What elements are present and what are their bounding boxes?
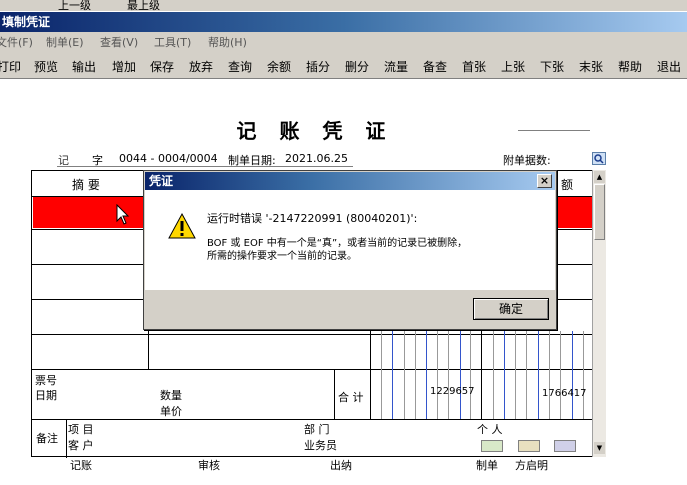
maker-name: 方启明 — [515, 459, 548, 472]
delete-entry-button[interactable]: 删分 — [341, 55, 373, 77]
total-label: 合 计 — [338, 391, 364, 404]
date-row-label: 日期 — [35, 389, 57, 402]
menu-bar: 文件(F) 制单(E) 查看(V) 工具(T) 帮助(H) — [0, 32, 687, 53]
error-message: BOF 或 EOF 中有一个是“真”，或者当前的记录已被删除， 所需的操作要求一… — [207, 237, 547, 263]
total-debit: 1229657 — [430, 386, 475, 397]
insert-entry-button[interactable]: 插分 — [302, 55, 334, 77]
remarks-label: 备注 — [36, 432, 58, 445]
menu-help[interactable]: 帮助(H) — [208, 32, 247, 53]
attachments-label: 附单据数: — [503, 154, 551, 167]
error-code-text: 运行时错误 '-2147220991 (80040201)': — [207, 212, 418, 225]
voucher-number[interactable]: 0044 - 0004/0004 — [119, 152, 218, 165]
vertical-scrollbar[interactable]: ▲ ▼ — [592, 170, 606, 457]
close-icon[interactable]: × — [537, 174, 552, 188]
warning-icon — [168, 212, 196, 239]
save-button[interactable]: 保存 — [146, 55, 178, 77]
project-lookup-icon[interactable] — [481, 440, 503, 452]
window-title-bar: 填制凭证 — [0, 12, 687, 32]
next-voucher-button[interactable]: 下张 — [536, 55, 568, 77]
info-underline — [57, 166, 353, 167]
top-nav-strip: 上一级 最上级 — [0, 0, 687, 12]
window-title: 填制凭证 — [2, 15, 51, 29]
maker-label: 制单 — [476, 459, 498, 472]
amount-column-header: 额 — [561, 178, 574, 192]
last-voucher-button[interactable]: 末张 — [575, 55, 607, 77]
prev-voucher-button[interactable]: 上张 — [497, 55, 529, 77]
ok-button[interactable]: 确定 — [473, 298, 549, 320]
error-message-line1: BOF 或 EOF 中有一个是“真”，或者当前的记录已被删除， — [207, 238, 468, 249]
menu-view[interactable]: 查看(V) — [100, 32, 138, 53]
print-button[interactable]: 打印 — [0, 55, 22, 77]
person-lookup-icon[interactable] — [554, 440, 576, 452]
menu-file[interactable]: 文件(F) — [0, 32, 33, 53]
toolbar: 打印 预览 输出 增加 保存 放弃 查询 余额 插分 删分 流量 备查 首张 上… — [0, 53, 687, 79]
cash-flow-button[interactable]: 流量 — [380, 55, 412, 77]
balance-button[interactable]: 余额 — [263, 55, 295, 77]
first-voucher-button[interactable]: 首张 — [458, 55, 490, 77]
unit-price-label: 单价 — [160, 405, 182, 418]
customer-lookup-icon[interactable] — [518, 440, 540, 452]
reviewer-label: 审核 — [198, 459, 220, 472]
scroll-down-arrow-icon[interactable]: ▼ — [594, 442, 605, 454]
dialog-title-bar: 凭证 × — [145, 172, 555, 190]
project-label: 项 目 — [68, 423, 94, 436]
cashier-label: 出纳 — [330, 459, 352, 472]
menu-voucher[interactable]: 制单(E) — [46, 32, 84, 53]
department-label: 部 门 — [304, 423, 330, 436]
voucher-title: 记 账 凭 证 — [236, 119, 394, 143]
salesperson-label: 业务员 — [304, 439, 337, 452]
bill-number-label: 票号 — [35, 374, 57, 387]
help-button[interactable]: 帮助 — [614, 55, 646, 77]
dialog-title: 凭证 — [149, 174, 174, 188]
person-label: 个 人 — [477, 423, 503, 436]
total-credit: 1766417 — [542, 388, 587, 399]
customer-label: 客 户 — [68, 439, 94, 452]
discard-button[interactable]: 放弃 — [185, 55, 217, 77]
error-dialog: 凭证 × 运行时错误 '-2147220991 (80040201)': BOF… — [143, 170, 557, 330]
export-button[interactable]: 输出 — [68, 55, 100, 77]
scroll-up-arrow-icon[interactable]: ▲ — [594, 171, 605, 183]
summary-column-header: 摘 要 — [72, 178, 100, 192]
reference-button[interactable]: 备查 — [419, 55, 451, 77]
search-icon[interactable] — [592, 152, 606, 165]
error-message-line2: 所需的操作要求一个当前的记录。 — [207, 251, 357, 262]
bookkeeper-label: 记账 — [70, 459, 92, 472]
add-button[interactable]: 增加 — [108, 55, 140, 77]
voucher-info-row: 记 字 0044 - 0004/0004 制单日期: 2021.06.25 附单… — [0, 152, 687, 170]
scroll-thumb[interactable] — [594, 184, 605, 240]
mouse-cursor-icon — [116, 204, 130, 225]
dialog-body: 运行时错误 '-2147220991 (80040201)': BOF 或 EO… — [145, 190, 555, 290]
header-rule — [518, 130, 590, 131]
query-button[interactable]: 查询 — [224, 55, 256, 77]
menu-tools[interactable]: 工具(T) — [154, 32, 191, 53]
exit-button[interactable]: 退出 — [653, 55, 685, 77]
voucher-date[interactable]: 2021.06.25 — [285, 152, 348, 165]
quantity-label: 数量 — [160, 389, 182, 402]
preview-button[interactable]: 预览 — [30, 55, 62, 77]
